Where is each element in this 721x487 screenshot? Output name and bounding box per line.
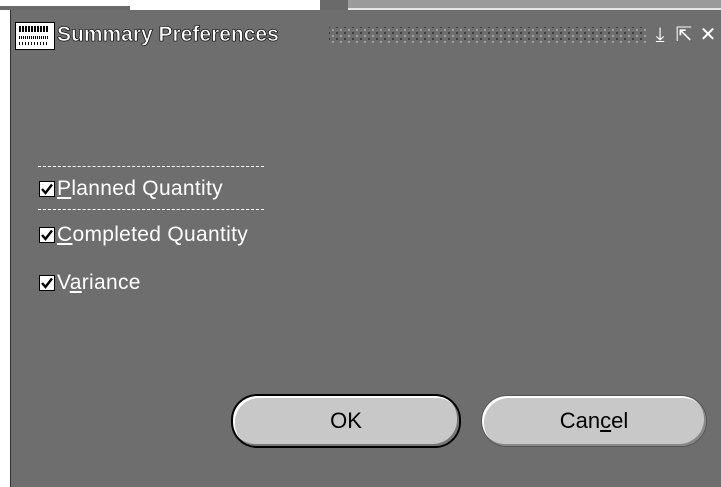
mnemonic-underline: c — [600, 408, 612, 433]
mnemonic-underline: P — [57, 177, 72, 200]
completed-quantity-option[interactable]: Completed Quantity — [39, 222, 248, 248]
planned-quantity-option[interactable]: Planned Quantity — [38, 166, 264, 210]
minimize-icon[interactable]: ⤓ — [651, 24, 669, 44]
planned-quantity-checkbox[interactable] — [39, 181, 55, 197]
background-window-edge — [0, 0, 130, 10]
completed-quantity-label: Completed Quantity — [57, 223, 248, 246]
title-bar[interactable]: Summary Preferences ⤓ ⇱ ✕ — [11, 10, 721, 56]
close-icon[interactable]: ✕ — [699, 24, 717, 44]
checkmark-icon — [41, 229, 53, 241]
variance-checkbox[interactable] — [39, 275, 55, 291]
background-window-edge — [320, 0, 348, 10]
title-bar-drag-texture — [329, 27, 647, 44]
window-title: Summary Preferences — [57, 23, 279, 47]
background-window-edge — [130, 0, 320, 10]
checkmark-icon — [41, 183, 53, 195]
summary-preferences-dialog: Summary Preferences ⤓ ⇱ ✕ Planned Quanti… — [10, 10, 721, 487]
variance-option[interactable]: Variance — [39, 270, 141, 296]
checkmark-icon — [41, 277, 53, 289]
cancel-button[interactable]: Can c el — [481, 395, 707, 447]
mnemonic-underline: a — [69, 271, 82, 294]
ok-button[interactable]: OK — [231, 394, 461, 448]
completed-quantity-checkbox[interactable] — [39, 227, 55, 243]
variance-label: Variance — [57, 271, 141, 294]
oracle-applications-icon — [15, 22, 55, 50]
maximize-icon[interactable]: ⇱ — [675, 24, 693, 44]
planned-quantity-label: Planned Quantity — [57, 177, 223, 200]
mnemonic-underline: C — [57, 223, 73, 246]
background-window-edge — [320, 0, 721, 10]
